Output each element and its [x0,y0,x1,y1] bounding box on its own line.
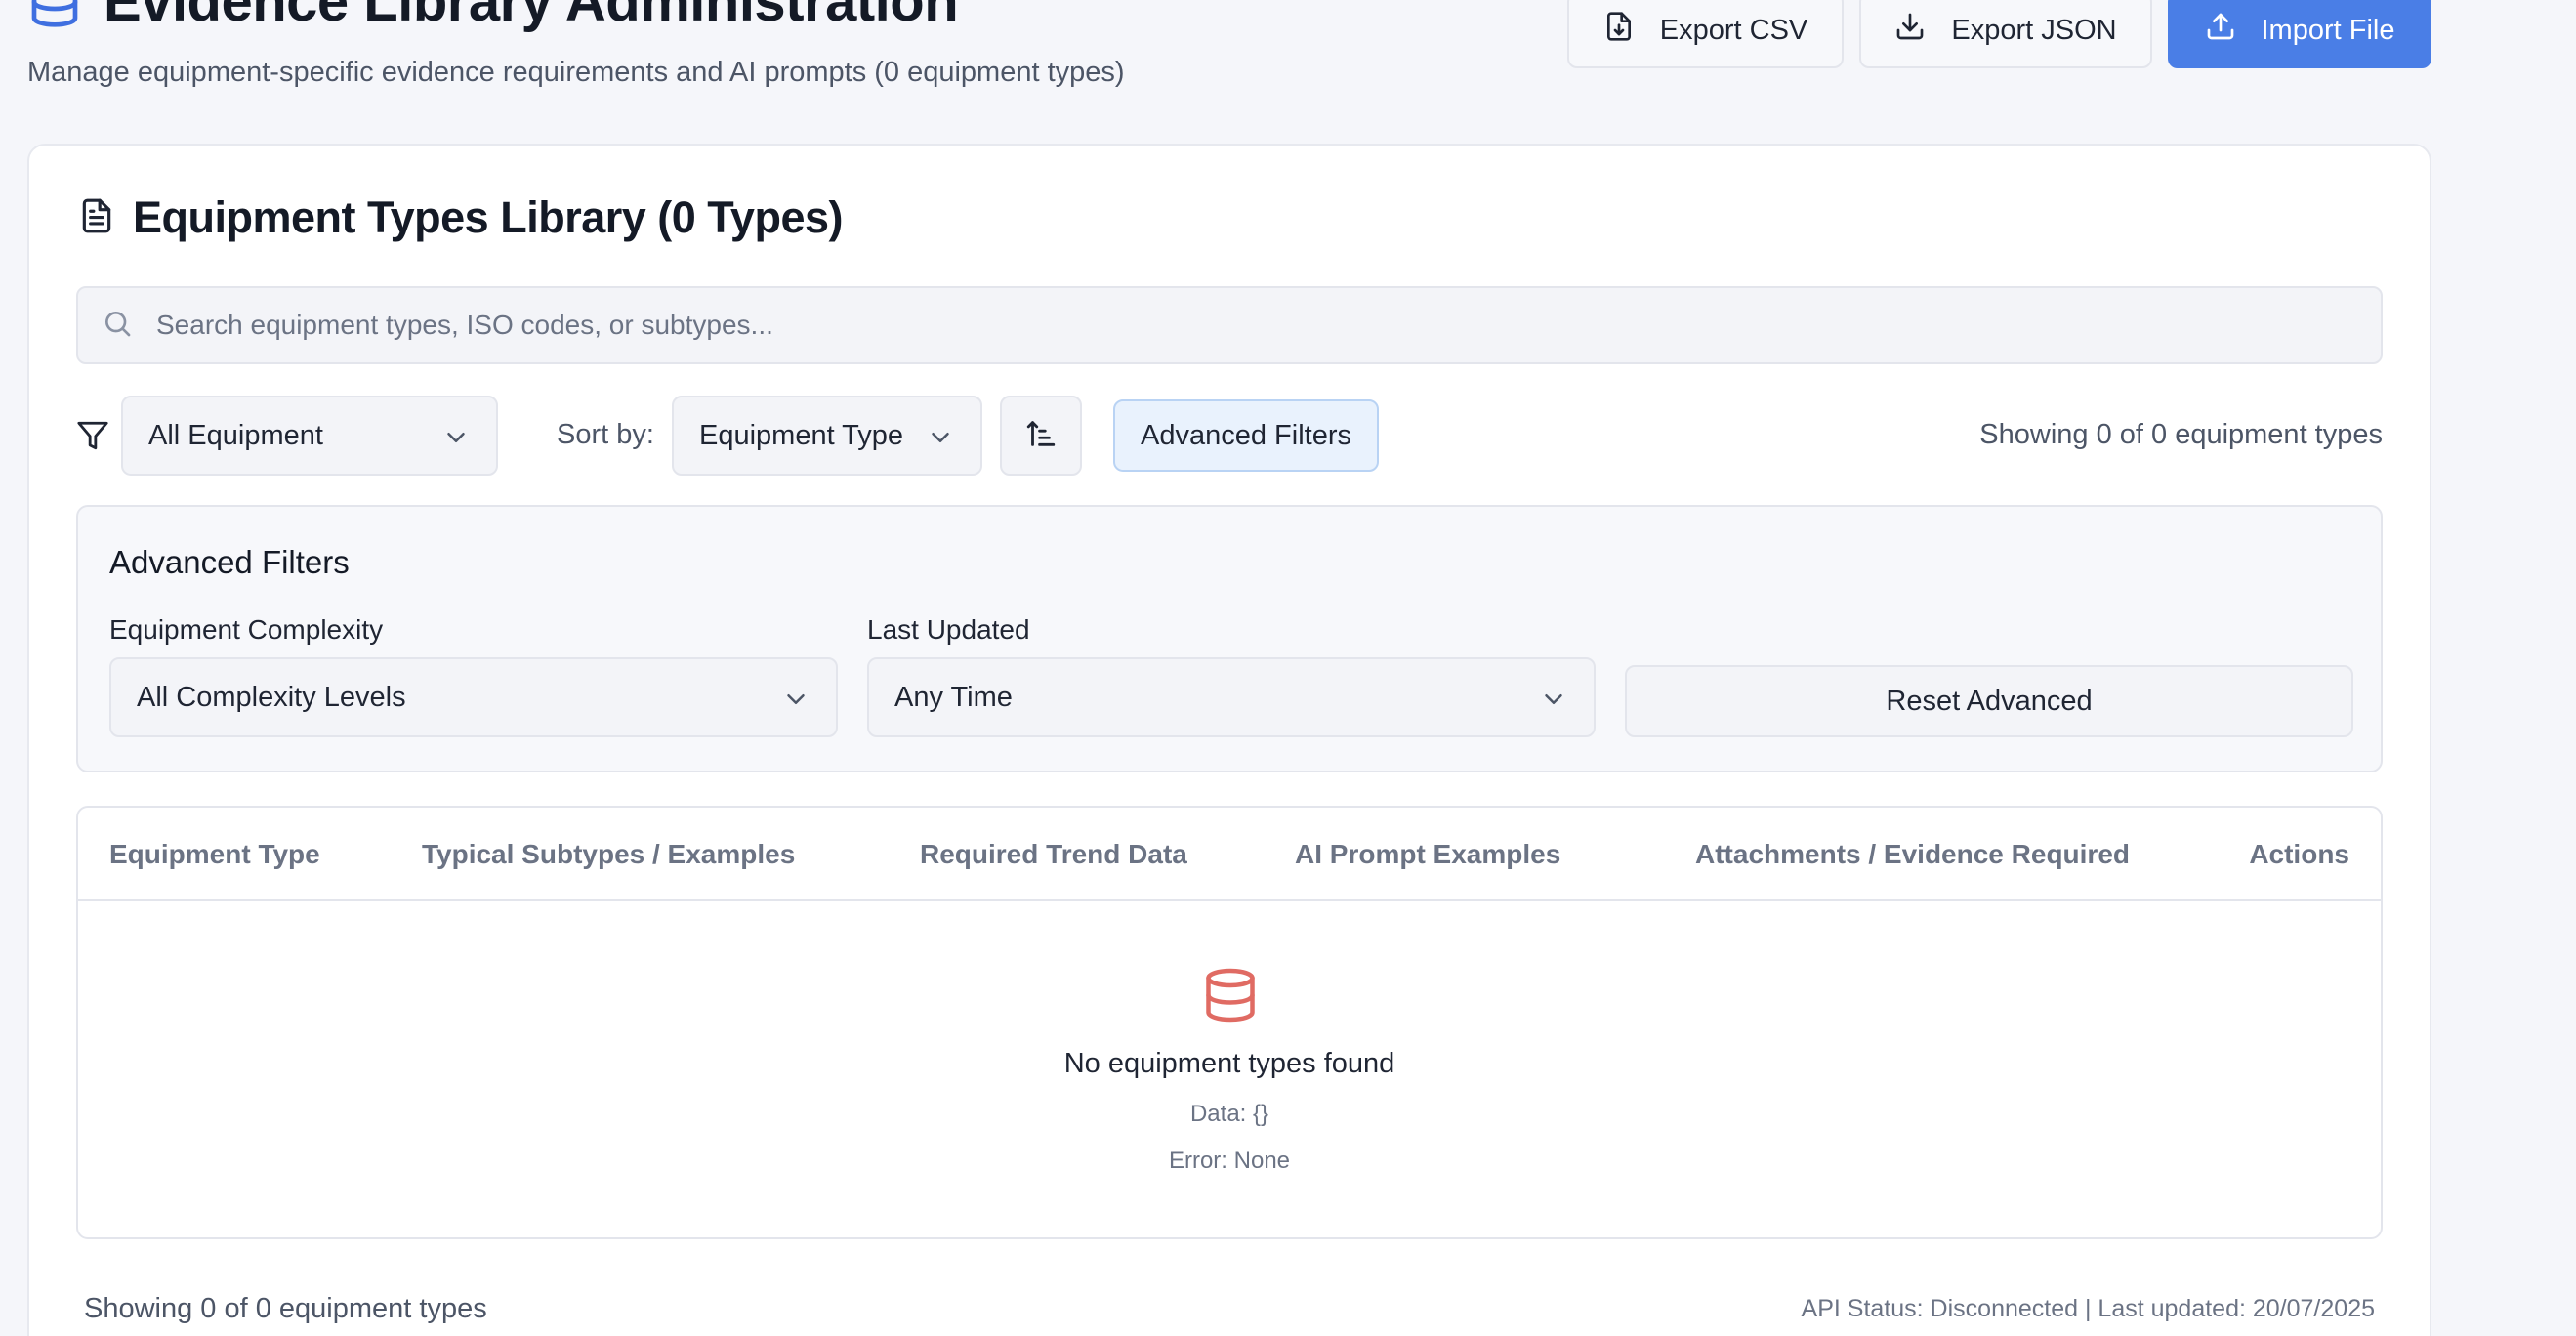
empty-state-title: No equipment types found [1063,1048,1395,1079]
sort-by-select[interactable]: Equipment Type [672,396,982,476]
sort-by-label: Sort by: [557,419,654,450]
advanced-filters-panel: Advanced Filters Equipment Complexity Al… [76,505,2383,772]
showing-count: Showing 0 of 0 equipment types [1979,419,2383,450]
database-icon [1201,964,1260,1026]
advanced-filters-title: Advanced Filters [109,544,350,580]
empty-state-error: Error: None [1168,1148,1291,1174]
sort-by-value: Equipment Type [699,419,904,451]
complexity-value: All Complexity Levels [137,681,406,713]
search-input[interactable] [154,309,2303,342]
page-header: Evidence Library Administration Manage e… [27,0,2431,117]
evidence-library-page: Evidence Library Administration Manage e… [0,0,2576,1336]
page-title: Evidence Library Administration [104,0,959,33]
chevron-down-icon [926,423,955,452]
last-updated-label: Last Updated [867,614,1030,645]
last-updated-select[interactable]: Any Time [867,657,1596,737]
advanced-filters-toggle[interactable]: Advanced Filters [1113,399,1379,472]
search-box [76,286,2383,364]
column-header-ai-prompts[interactable]: AI Prompt Examples [1295,839,1560,870]
complexity-label: Equipment Complexity [109,614,384,645]
title-row: Evidence Library Administration [27,0,959,34]
export-csv-button[interactable]: Export CSV [1567,0,1844,68]
empty-state: No equipment types found Data: {} Error:… [78,901,2381,1237]
sort-ascending-icon [1024,417,1058,455]
document-icon [78,196,115,240]
library-title: Equipment Types Library (0 Types) [133,192,844,242]
equipment-filter-select[interactable]: All Equipment [121,396,498,476]
filter-row: All Equipment Sort by: Equipment Type Ad… [76,396,2383,476]
file-download-icon [1603,11,1635,50]
download-icon [1894,11,1926,50]
export-json-label: Export JSON [1951,14,2117,46]
upload-icon [2205,11,2236,50]
column-header-attachments[interactable]: Attachments / Evidence Required [1695,839,2130,870]
chevron-down-icon [781,685,810,714]
search-icon [102,308,133,344]
filter-icon [76,419,109,452]
sort-direction-button[interactable] [1000,396,1082,476]
complexity-select[interactable]: All Complexity Levels [109,657,838,737]
chevron-down-icon [441,423,471,452]
header-actions: Export CSV Export JSON Import File [1567,0,2431,68]
footer-showing-count: Showing 0 of 0 equipment types [84,1293,487,1324]
column-header-trend-data[interactable]: Required Trend Data [920,839,1187,870]
empty-state-data: Data: {} [1189,1101,1269,1127]
export-json-button[interactable]: Export JSON [1859,0,2152,68]
api-status: API Status: Disconnected | Last updated:… [1801,1295,2375,1322]
column-header-actions: Actions [2249,839,2349,869]
equipment-library-card: Equipment Types Library (0 Types) All Eq… [27,144,2431,1336]
reset-advanced-button[interactable]: Reset Advanced [1625,665,2353,737]
card-title-row: Equipment Types Library (0 Types) [78,192,844,243]
database-icon [27,0,82,29]
column-header-subtypes[interactable]: Typical Subtypes / Examples [422,839,795,870]
export-csv-label: Export CSV [1659,14,1808,46]
chevron-down-icon [1539,685,1568,714]
column-header-equipment-type[interactable]: Equipment Type [109,839,320,870]
equipment-filter-value: All Equipment [148,419,323,451]
table-header: Equipment Type Typical Subtypes / Exampl… [78,808,2381,901]
import-file-button[interactable]: Import File [2168,0,2431,68]
page-subtitle: Manage equipment-specific evidence requi… [27,57,1125,88]
last-updated-value: Any Time [894,681,1013,713]
equipment-table: Equipment Type Typical Subtypes / Exampl… [76,806,2383,1239]
import-file-label: Import File [2261,14,2395,46]
